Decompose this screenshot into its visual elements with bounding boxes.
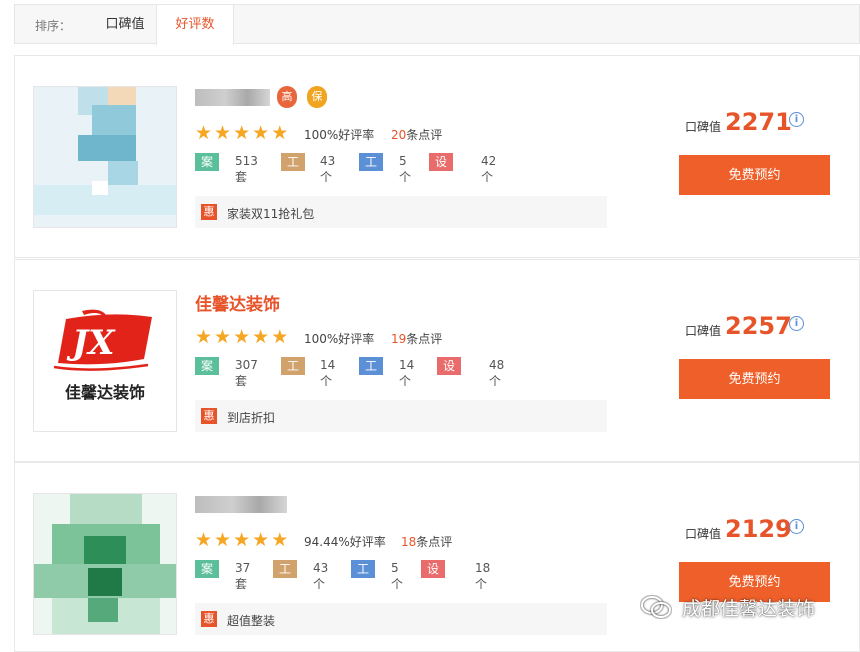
promo-text: 家装双11抢礼包	[227, 207, 315, 221]
discount-icon: 惠	[201, 611, 217, 627]
promo-text: 到店折扣	[227, 411, 276, 425]
sort-by-koubei[interactable]: 口碑值	[95, 5, 155, 44]
koubei-value: 2271	[725, 108, 792, 136]
company-logo[interactable]	[33, 86, 177, 228]
review-count-link[interactable]: 19条点评	[391, 330, 442, 347]
review-count: 18	[401, 535, 417, 549]
star-icon: ★	[252, 326, 270, 348]
star-icon: ★	[195, 529, 213, 551]
koubei-label: 口碑值	[685, 527, 722, 541]
star-icon: ★	[271, 326, 289, 348]
promo-bar[interactable]: 惠 超值整装	[195, 603, 607, 635]
free-booking-button[interactable]: 免费预约	[679, 155, 830, 195]
tag-site: 工地	[273, 560, 298, 594]
koubei-label: 口碑值	[685, 120, 722, 134]
tag-designer: 设计师	[429, 153, 454, 205]
star-icon: ★	[214, 529, 232, 551]
star-icon: ★	[195, 326, 213, 348]
free-booking-button[interactable]: 免费预约	[679, 359, 830, 399]
star-icon: ★	[233, 326, 251, 348]
tag-site: 工地	[281, 357, 306, 391]
review-suffix: 条点评	[406, 128, 443, 142]
rating-stars: ★ ★ ★ ★ ★	[195, 529, 289, 551]
designer-count: 48个	[489, 358, 505, 388]
tag-foreman: 工长	[359, 153, 384, 187]
company-name[interactable]: 佳馨达装饰	[195, 290, 280, 315]
review-count: 20	[391, 128, 407, 142]
sort-bar: 排序： 口碑值 好评数	[14, 4, 860, 45]
star-icon: ★	[252, 529, 270, 551]
company-logo[interactable]: JX 佳馨达装饰	[33, 290, 177, 432]
star-icon: ★	[252, 122, 270, 144]
company-card: ★ ★ ★ ★ ★ 94.44%好评率 18条点评 案例 37套 工地 43个 …	[14, 462, 860, 652]
company-logo[interactable]	[33, 493, 177, 635]
star-icon: ★	[195, 122, 213, 144]
foreman-count: 14个	[399, 358, 415, 388]
company-name-masked[interactable]	[195, 89, 270, 106]
designer-count: 42个	[481, 154, 497, 184]
case-count: 307套	[235, 358, 258, 388]
promo-bar[interactable]: 惠 家装双11抢礼包	[195, 196, 607, 228]
koubei-value: 2129	[725, 515, 792, 543]
sort-by-haoping[interactable]: 好评数	[156, 5, 234, 45]
watermark-text: 成都佳馨达装饰	[682, 598, 816, 620]
positive-rate: 100%好评率	[304, 128, 375, 142]
promo-bar[interactable]: 惠 到店折扣	[195, 400, 607, 432]
info-icon[interactable]: i	[789, 519, 804, 534]
tag-designer: 设计师	[437, 357, 462, 409]
svg-text:JX: JX	[66, 323, 116, 363]
sort-label: 排序：	[35, 19, 72, 33]
review-suffix: 条点评	[416, 535, 453, 549]
case-count: 37套	[235, 561, 251, 591]
designer-count: 18个	[475, 561, 491, 591]
review-suffix: 条点评	[406, 332, 443, 346]
foreman-count: 5个	[399, 154, 412, 184]
star-icon: ★	[271, 122, 289, 144]
tag-designer: 设计师	[421, 560, 446, 612]
star-icon: ★	[233, 529, 251, 551]
star-icon: ★	[271, 529, 289, 551]
star-icon: ★	[233, 122, 251, 144]
promo-text: 超值整装	[227, 614, 276, 628]
star-icon: ★	[214, 326, 232, 348]
tag-case: 案例	[195, 153, 220, 187]
guarantee-badge: 保	[307, 86, 327, 108]
tag-foreman: 工长	[359, 357, 384, 391]
discount-icon: 惠	[201, 408, 217, 424]
jx-logo-icon: JX	[53, 309, 152, 371]
company-card: JX 佳馨达装饰 佳馨达装饰 ★ ★ ★ ★ ★ 100%好评率 19条点评 案…	[14, 259, 860, 462]
discount-icon: 惠	[201, 204, 217, 220]
rating-stars: ★ ★ ★ ★ ★	[195, 326, 289, 348]
tag-case: 案例	[195, 357, 220, 391]
info-icon[interactable]: i	[789, 316, 804, 331]
rating-stars: ★ ★ ★ ★ ★	[195, 122, 289, 144]
site-count: 43个	[320, 154, 336, 184]
positive-rate: 94.44%好评率	[304, 535, 386, 549]
review-count-link[interactable]: 20条点评	[391, 126, 442, 143]
tag-foreman: 工长	[351, 560, 376, 594]
star-icon: ★	[214, 122, 232, 144]
koubei-label: 口碑值	[685, 324, 722, 338]
site-count: 14个	[320, 358, 336, 388]
case-count: 513套	[235, 154, 258, 184]
positive-rate: 100%好评率	[304, 332, 375, 346]
logo-company-name: 佳馨达装饰	[64, 383, 145, 402]
tag-case: 案例	[195, 560, 220, 594]
koubei-value: 2257	[725, 312, 792, 340]
info-icon[interactable]: i	[789, 112, 804, 127]
review-count-link[interactable]: 18条点评	[401, 533, 452, 550]
company-card: 高 保 ★ ★ ★ ★ ★ 100%好评率 20条点评 案例 513套 工地 4…	[14, 55, 860, 258]
high-quality-badge: 高	[277, 86, 297, 108]
foreman-count: 5个	[391, 561, 404, 591]
company-name-masked[interactable]	[195, 496, 287, 513]
site-count: 43个	[313, 561, 329, 591]
wechat-icon	[641, 596, 671, 618]
review-count: 19	[391, 332, 407, 346]
tag-site: 工地	[281, 153, 306, 187]
